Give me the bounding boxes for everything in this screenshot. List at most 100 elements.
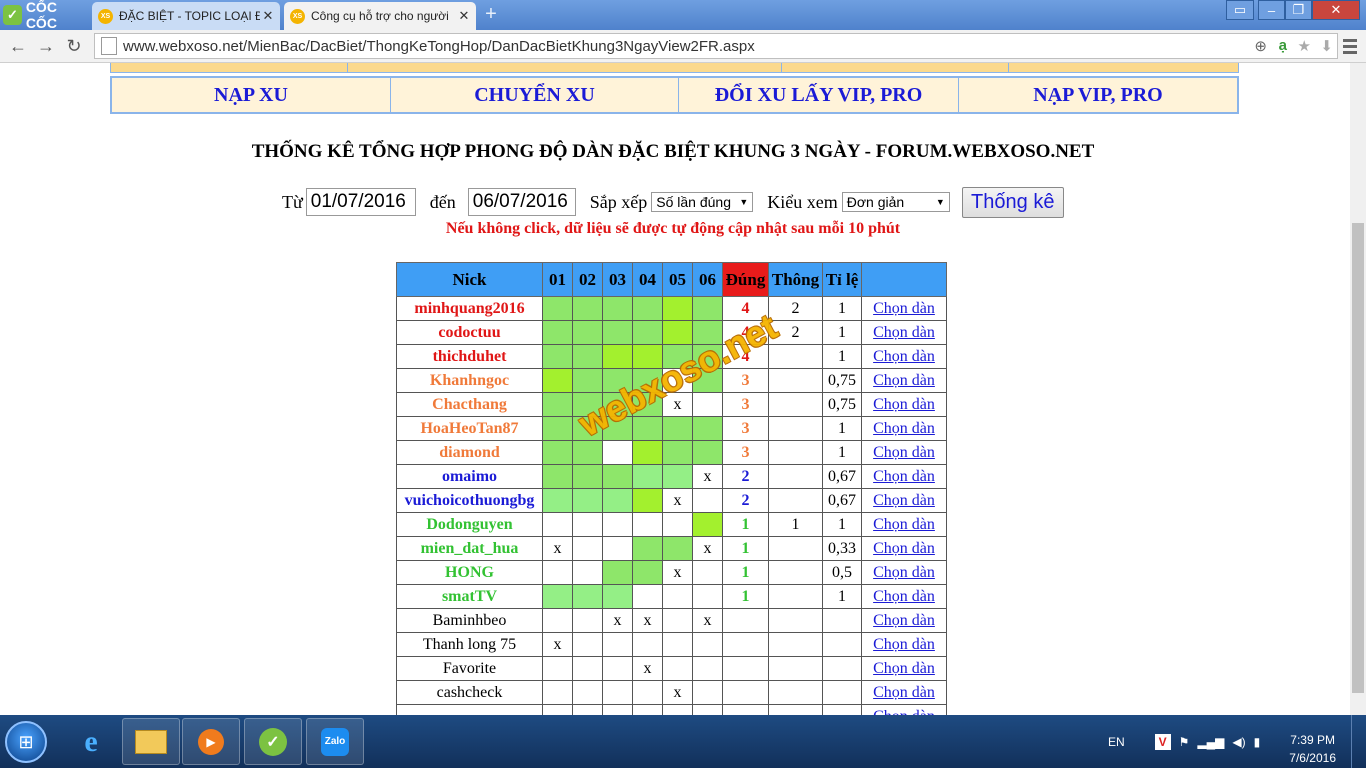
show-desktop-button[interactable] xyxy=(1351,715,1366,768)
chon-dan-link[interactable]: Chọn dàn xyxy=(873,612,935,629)
media-player-icon[interactable]: ▶ xyxy=(182,718,240,765)
stats-table: Nick 01 02 03 04 05 06 Đúng Thông Tỉ lệ … xyxy=(396,262,947,715)
download-icon[interactable]: ⬇ xyxy=(1320,37,1333,55)
menu-chuyen-xu[interactable]: CHUYỂN XU xyxy=(391,78,679,112)
scrollbar-thumb[interactable] xyxy=(1352,223,1364,693)
xs-favicon-icon: XS xyxy=(98,8,113,24)
ti-le-cell: 0,75 xyxy=(822,392,862,417)
xu-menu: NẠP XU CHUYỂN XU ĐỔI XU LẤY VIP, PRO NẠP… xyxy=(110,76,1239,114)
header-ti-le[interactable]: Tỉ lệ xyxy=(822,262,862,297)
chon-dan-link[interactable]: Chọn dàn xyxy=(873,564,935,581)
ti-le-cell: 1 xyxy=(822,320,862,345)
action-cell: Chọn dàn xyxy=(861,296,947,321)
reload-icon[interactable]: ↻ xyxy=(62,34,86,58)
ti-le-cell: 1 xyxy=(822,512,862,537)
action-cell: Chọn dàn xyxy=(861,368,947,393)
chon-dan-link[interactable]: Chọn dàn xyxy=(873,300,935,317)
chon-dan-link[interactable]: Chọn dàn xyxy=(873,324,935,341)
header-nick[interactable]: Nick xyxy=(396,262,543,297)
url-bar[interactable]: www.webxoso.net/MienBac/DacBiet/ThongKeT… xyxy=(94,33,1338,59)
dung-cell: 3 xyxy=(722,368,769,393)
day-cell-02 xyxy=(572,560,603,585)
header-dung[interactable]: Đúng xyxy=(722,262,769,297)
day-cell-04 xyxy=(632,704,663,715)
browser-menu-icon[interactable] xyxy=(1340,35,1360,57)
coccoc-dict-icon[interactable]: ạ xyxy=(1279,37,1287,54)
internet-explorer-icon[interactable]: e xyxy=(62,718,120,765)
action-cell: Chọn dàn xyxy=(861,392,947,417)
close-window-icon[interactable]: ✕ xyxy=(1312,0,1360,20)
table-row: codoctuu 4 2 1 Chọn dàn xyxy=(396,320,947,345)
zalo-icon[interactable]: Zalo xyxy=(306,718,364,765)
language-indicator[interactable]: EN xyxy=(1108,735,1125,749)
account-icon[interactable]: ▭ xyxy=(1226,0,1254,20)
thong-cell xyxy=(768,464,823,489)
day-cell-05 xyxy=(662,512,693,537)
day-cell-03 xyxy=(602,440,633,465)
from-date-input[interactable]: 01/07/2016 xyxy=(305,188,416,216)
action-cell: Chọn dàn xyxy=(861,416,947,441)
nick-cell: HONG xyxy=(396,560,543,585)
zoom-icon[interactable]: ⊕ xyxy=(1254,37,1267,55)
to-date-input[interactable]: 06/07/2016 xyxy=(467,188,576,216)
forward-icon[interactable]: → xyxy=(34,34,58,58)
chon-dan-link[interactable]: Chọn dàn xyxy=(873,492,935,509)
file-explorer-icon[interactable] xyxy=(122,718,180,765)
chon-dan-link[interactable]: Chọn dàn xyxy=(873,348,935,365)
day-cell-05 xyxy=(662,416,693,441)
maximize-icon[interactable]: ❐ xyxy=(1285,0,1312,20)
day-cell-05 xyxy=(662,440,693,465)
bookmark-star-icon[interactable]: ★ xyxy=(1298,37,1311,55)
tab-close-icon[interactable]: ✕ xyxy=(260,8,276,24)
day-cell-05 xyxy=(662,584,693,609)
chon-dan-link[interactable]: Chọn dàn xyxy=(873,636,935,653)
chon-dan-link[interactable]: Chọn dàn xyxy=(873,396,935,413)
chon-dan-link[interactable]: Chọn dàn xyxy=(873,516,935,533)
stats-table-body: minhquang2016 4 2 1 Chọn dàn codoctuu 4 2 1 Chọn … xyxy=(396,296,947,716)
chon-dan-link[interactable]: Chọn dàn xyxy=(873,468,935,485)
view-select[interactable]: Đơn giản ▼ xyxy=(841,192,950,212)
day-cell-04 xyxy=(632,344,663,369)
thong-cell xyxy=(768,536,823,561)
chon-dan-link[interactable]: Chọn dàn xyxy=(873,540,935,557)
network-signal-icon[interactable]: ▂▄▆ xyxy=(1197,735,1224,749)
url-text: www.webxoso.net/MienBac/DacBiet/ThongKeT… xyxy=(123,37,755,55)
day-cell-03 xyxy=(602,584,633,609)
menu-doi-xu[interactable]: ĐỔI XU LẤY VIP, PRO xyxy=(679,78,959,112)
day-cell-04 xyxy=(632,320,663,345)
coccoc-browser-icon[interactable]: ✓ xyxy=(244,718,302,765)
chon-dan-link[interactable]: Chọn dàn xyxy=(873,372,935,389)
chon-dan-link[interactable]: Chọn dàn xyxy=(873,588,935,605)
action-cell: Chọn dàn xyxy=(861,560,947,585)
tab-close-icon[interactable]: ✕ xyxy=(456,8,472,24)
header-thong[interactable]: Thông xyxy=(768,262,823,297)
back-icon[interactable]: ← xyxy=(6,34,30,58)
chon-dan-link[interactable]: Chọn dàn xyxy=(873,444,935,461)
table-row: vuichoicothuongbg x 2 0,67 Chọn dàn xyxy=(396,488,947,513)
minimize-icon[interactable]: – xyxy=(1258,0,1285,20)
battery-icon[interactable]: ▮ xyxy=(1254,735,1261,749)
day-cell-01 xyxy=(542,344,573,369)
browser-logo[interactable]: ✓ CỐC CỐC xyxy=(0,0,88,31)
chon-dan-link[interactable]: Chọn dàn xyxy=(873,684,935,701)
tab-cong-cu[interactable]: XS Công cụ hỗ trợ cho người ✕ xyxy=(284,2,476,30)
chon-dan-link[interactable]: Chọn dàn xyxy=(873,420,935,437)
vietkey-icon[interactable]: V xyxy=(1154,733,1171,750)
menu-nap-vip[interactable]: NẠP VIP, PRO xyxy=(959,78,1237,112)
day-cell-02 xyxy=(572,608,603,633)
thong-ke-button[interactable]: Thống kê xyxy=(961,186,1064,218)
day-cell-03: x xyxy=(602,608,633,633)
system-clock[interactable]: 7:39 PM 7/6/2016 xyxy=(1289,731,1336,767)
chon-dan-link[interactable]: Chọn dàn xyxy=(873,660,935,677)
start-button[interactable]: ⊞ xyxy=(2,719,50,765)
tab-dac-biet[interactable]: XS ĐẶC BIỆT - TOPIC LOẠI ĐẶ ✕ xyxy=(92,2,280,30)
action-center-flag-icon[interactable]: ⚑ xyxy=(1179,735,1190,749)
page-scrollbar[interactable] xyxy=(1350,63,1366,715)
day-cell-05 xyxy=(662,368,693,393)
day-cell-04 xyxy=(632,584,663,609)
new-tab-icon[interactable]: + xyxy=(480,4,502,25)
sort-select[interactable]: Số lần đúng ▼ xyxy=(651,192,754,212)
volume-icon[interactable]: ◀) xyxy=(1232,735,1245,749)
menu-nap-xu[interactable]: NẠP XU xyxy=(112,78,391,112)
chon-dan-link[interactable]: Chọn dàn xyxy=(873,708,935,716)
